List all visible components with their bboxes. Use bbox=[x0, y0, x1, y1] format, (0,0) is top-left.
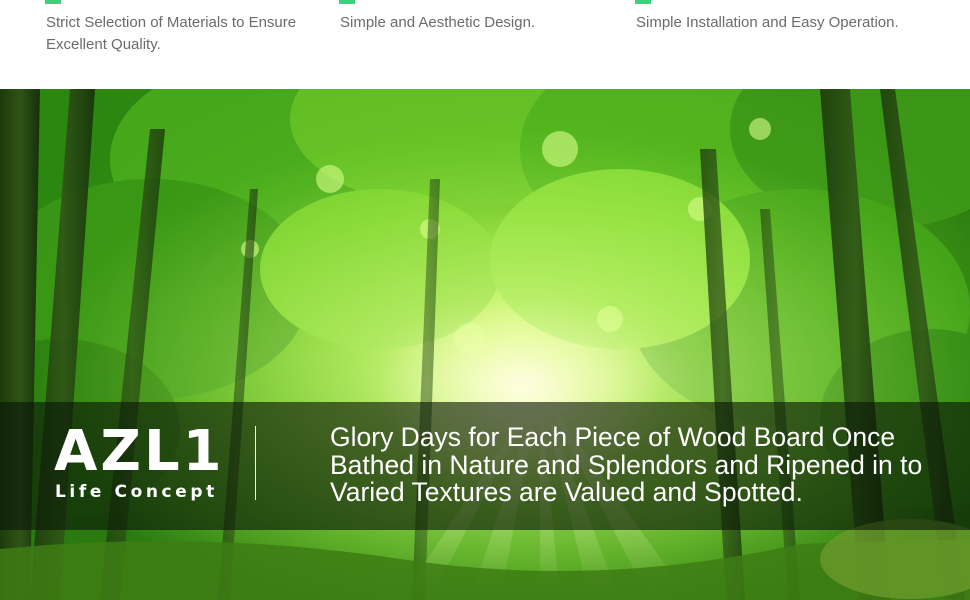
feature-text: Simple and Aesthetic Design. bbox=[340, 14, 536, 31]
banner-tagline: Glory Days for Each Piece of Wood Board … bbox=[330, 422, 923, 507]
brand-subtitle: Life Concept bbox=[55, 482, 218, 502]
feature-list: Strict Selection of Materials to Ensure … bbox=[0, 0, 970, 89]
green-accent-mark bbox=[339, 0, 355, 4]
green-accent-mark bbox=[635, 0, 651, 4]
feature-text: Simple Installation and Easy Operation. bbox=[636, 14, 899, 31]
feature-text: Strict Selection of Materials to Ensure … bbox=[46, 14, 297, 53]
green-accent-mark bbox=[45, 0, 61, 4]
brand-logo-text: AZL1 bbox=[54, 419, 225, 484]
vertical-divider bbox=[255, 426, 256, 500]
